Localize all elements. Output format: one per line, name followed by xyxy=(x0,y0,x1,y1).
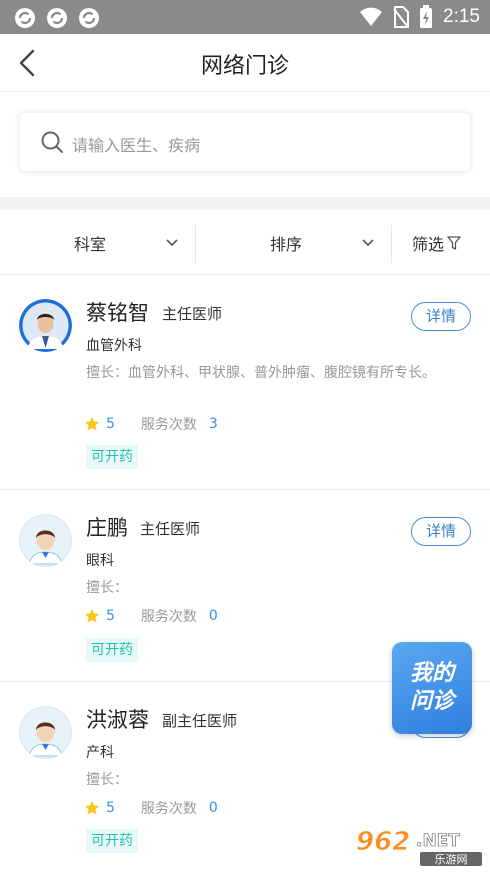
star-icon xyxy=(85,801,99,815)
filter-button[interactable]: 筛选 xyxy=(412,210,461,275)
doctor-department: 眼科 xyxy=(86,553,114,569)
doctor-department: 血管外科 xyxy=(86,338,142,354)
search-area: 请输入医生、疾病 xyxy=(0,92,490,197)
doctor-stats: 5 服务次数 3 xyxy=(84,414,218,434)
search-placeholder: 请输入医生、疾病 xyxy=(72,136,201,155)
search-icon xyxy=(41,131,63,153)
nav-bar: 网络门诊 xyxy=(0,34,490,92)
department-dropdown[interactable]: 科室 xyxy=(74,210,178,275)
status-bar: 2:15 xyxy=(0,0,490,34)
filter-divider xyxy=(391,225,392,263)
filter-label: 筛选 xyxy=(412,234,445,254)
sync-icon xyxy=(47,8,67,28)
my-consultation-button[interactable]: 我的 问诊 xyxy=(392,642,472,734)
star-icon xyxy=(85,609,99,623)
no-sim-icon xyxy=(393,6,410,28)
chevron-down-icon xyxy=(362,238,374,246)
doctor-name: 蔡铭智 xyxy=(86,301,149,325)
detail-button[interactable]: 详情 xyxy=(411,302,471,331)
prescription-tag: 可开药 xyxy=(86,638,138,662)
doctor-specialty: 擅长： xyxy=(86,580,128,596)
service-count-label: 服务次数 xyxy=(140,609,197,625)
doctor-rating: 5 xyxy=(106,416,115,432)
service-count-label: 服务次数 xyxy=(140,417,197,433)
my-consultation-line1: 我的 xyxy=(409,661,454,686)
sync-icon xyxy=(15,8,35,28)
star-icon xyxy=(85,417,99,431)
watermark-logo: 962 .NET 乐游网 xyxy=(356,827,482,866)
funnel-icon xyxy=(447,235,461,250)
doctor-rating: 5 xyxy=(106,608,115,624)
detail-button[interactable]: 详情 xyxy=(411,517,471,546)
wifi-icon xyxy=(360,7,383,26)
section-separator xyxy=(0,197,490,210)
sync-icon xyxy=(79,8,99,28)
doctor-department: 产科 xyxy=(86,745,114,761)
service-count: 0 xyxy=(208,608,218,624)
doctor-avatar xyxy=(19,514,72,567)
doctor-specialty: 擅长： xyxy=(86,772,128,788)
doctor-card[interactable]: 蔡铭智 主任医师 详情 血管外科 擅长：血管外科、甲状腺、普外肿瘤、腹腔镜有所专… xyxy=(0,275,490,490)
doctor-title: 主任医师 xyxy=(140,520,201,538)
doctor-name: 庄鹏 xyxy=(86,516,128,540)
doctor-rating: 5 xyxy=(106,800,115,816)
svg-text:乐游网: 乐游网 xyxy=(435,853,468,866)
my-consultation-line2: 问诊 xyxy=(409,689,454,714)
service-count: 0 xyxy=(208,800,218,816)
doctor-stats: 5 服务次数 0 xyxy=(84,606,218,626)
doctor-name: 洪淑蓉 xyxy=(86,708,149,732)
battery-icon xyxy=(420,5,433,28)
search-input[interactable]: 请输入医生、疾病 xyxy=(19,112,471,172)
filter-bar: 科室 排序 筛选 xyxy=(0,210,490,275)
service-count-label: 服务次数 xyxy=(140,801,197,817)
chevron-down-icon xyxy=(166,238,178,246)
prescription-tag: 可开药 xyxy=(86,829,138,853)
svg-text:962: 962 xyxy=(356,827,410,857)
service-count: 3 xyxy=(208,416,218,432)
svg-text:.NET: .NET xyxy=(416,831,460,851)
status-time: 2:15 xyxy=(443,6,480,27)
doctor-stats: 5 服务次数 0 xyxy=(84,798,218,818)
department-label: 科室 xyxy=(74,234,107,254)
doctor-title: 副主任医师 xyxy=(162,712,238,730)
doctor-avatar xyxy=(19,706,72,759)
doctor-title: 主任医师 xyxy=(162,305,223,323)
page-title: 网络门诊 xyxy=(200,54,289,79)
doctor-specialty: 擅长：血管外科、甲状腺、普外肿瘤、腹腔镜有所专长。 xyxy=(86,365,436,381)
filter-divider xyxy=(195,225,196,263)
sort-dropdown[interactable]: 排序 xyxy=(270,210,374,275)
sort-label: 排序 xyxy=(270,234,303,254)
prescription-tag: 可开药 xyxy=(86,445,138,469)
doctor-photo xyxy=(19,299,72,352)
